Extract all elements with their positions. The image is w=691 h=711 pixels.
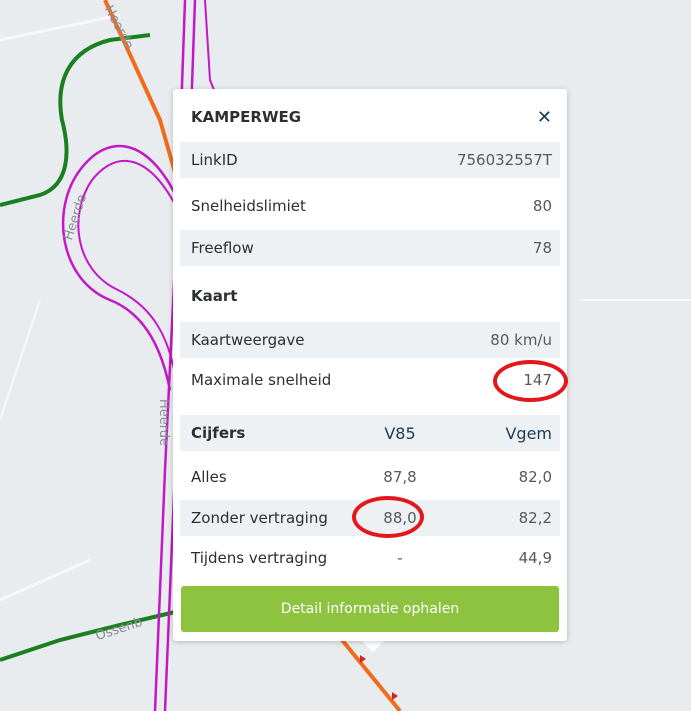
close-icon[interactable]: ✕ [537,107,552,128]
row-value: 78 [532,239,552,257]
v85-value: 87,8 [383,468,417,486]
annotation-circle-v85 [352,496,424,538]
annotation-circle-max-speed [493,360,568,402]
section-header-cijfers: Cijfers V85 Vgem [180,415,560,451]
popup-title: KAMPERWEG [191,108,302,126]
info-row-snelheidslimiet: Snelheidslimiet 80 [180,188,560,224]
column-header-v85: V85 [384,423,416,443]
info-row-linkid: LinkID 756032557T [180,142,560,178]
stats-row-tijdens-vertraging: Tijdens vertraging - 44,9 [180,540,560,576]
row-value: 80 km/u [490,331,552,349]
row-label: Freeflow [191,239,254,257]
row-label: Maximale snelheid [191,371,332,389]
section-header-kaart: Kaart [180,278,560,314]
vgem-value: 82,2 [518,509,552,527]
info-row-kaartweergave: Kaartweergave 80 km/u [180,322,560,358]
row-value: 80 [532,197,552,215]
row-value: 756032557T [456,151,552,169]
popup-pointer [362,641,384,652]
v85-value: - [397,549,403,567]
row-label: LinkID [191,151,238,169]
row-label: Kaartweergave [191,331,305,349]
popup-header: KAMPERWEG ✕ [180,99,560,135]
row-label: Snelheidslimiet [191,197,306,215]
info-row-freeflow: Freeflow 78 [180,230,560,266]
column-header-vgem: Vgem [505,423,552,443]
detail-info-button[interactable]: Detail informatie ophalen [181,586,559,632]
vgem-value: 44,9 [518,549,552,567]
map-label: Heerde [156,398,172,447]
stats-row-alles: Alles 87,8 82,0 [180,459,560,495]
section-title: Kaart [191,287,238,305]
vgem-value: 82,0 [518,468,552,486]
